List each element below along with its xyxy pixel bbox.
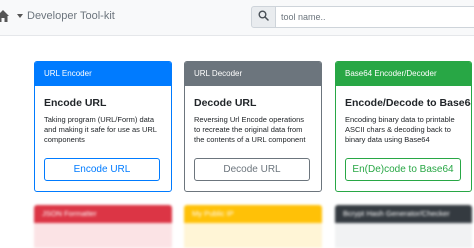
card-body: Encode/Decode to Base64 Encoding binary … <box>336 86 471 181</box>
card-my-public-ip: My Public IP <box>184 205 322 248</box>
card-header: My Public IP <box>184 205 322 223</box>
search-button[interactable] <box>251 6 276 28</box>
home-icon[interactable] <box>0 9 9 23</box>
encode-url-button[interactable]: Encode URL <box>44 158 160 181</box>
search-icon <box>258 8 269 26</box>
card-bcrypt-hash: Bcrypt Hash Generator/Checker <box>335 205 472 248</box>
card-header: JSON Formatter <box>34 205 172 223</box>
card-header: URL Encoder <box>35 62 171 86</box>
card-description: Taking program (URL/Form) data and makin… <box>44 115 157 144</box>
card-json-formatter: JSON Formatter <box>34 205 172 248</box>
card-body: Encode URL Taking program (URL/Form) dat… <box>35 86 171 181</box>
search-input[interactable] <box>275 6 474 28</box>
card-header: Base64 Encoder/Decoder <box>336 62 471 86</box>
top-navbar: Developer Tool-kit <box>0 0 474 36</box>
card-description: Reversing Url Encode operations to recre… <box>194 115 306 144</box>
card-header: Bcrypt Hash Generator/Checker <box>335 205 472 223</box>
card-header: URL Decoder <box>185 62 321 86</box>
card-description: Encoding binary data to printable ASCII … <box>345 115 455 144</box>
card-title: Encode URL <box>44 97 107 109</box>
app-brand[interactable]: Developer Tool-kit <box>27 10 115 22</box>
card-url-encoder: URL Encoder Encode URL Taking program (U… <box>34 61 172 192</box>
card-body: Decode URL Reversing Url Encode operatio… <box>185 86 321 181</box>
base64-button[interactable]: En(De)code to Base64 <box>345 158 461 181</box>
search-group <box>251 6 474 28</box>
caret-down-icon[interactable] <box>17 14 23 18</box>
card-url-decoder: URL Decoder Decode URL Reversing Url Enc… <box>184 61 322 192</box>
card-base64: Base64 Encoder/Decoder Encode/Decode to … <box>335 61 472 192</box>
decode-url-button[interactable]: Decode URL <box>194 158 310 181</box>
card-title: Decode URL <box>194 97 257 109</box>
card-title: Encode/Decode to Base64 <box>345 97 472 109</box>
